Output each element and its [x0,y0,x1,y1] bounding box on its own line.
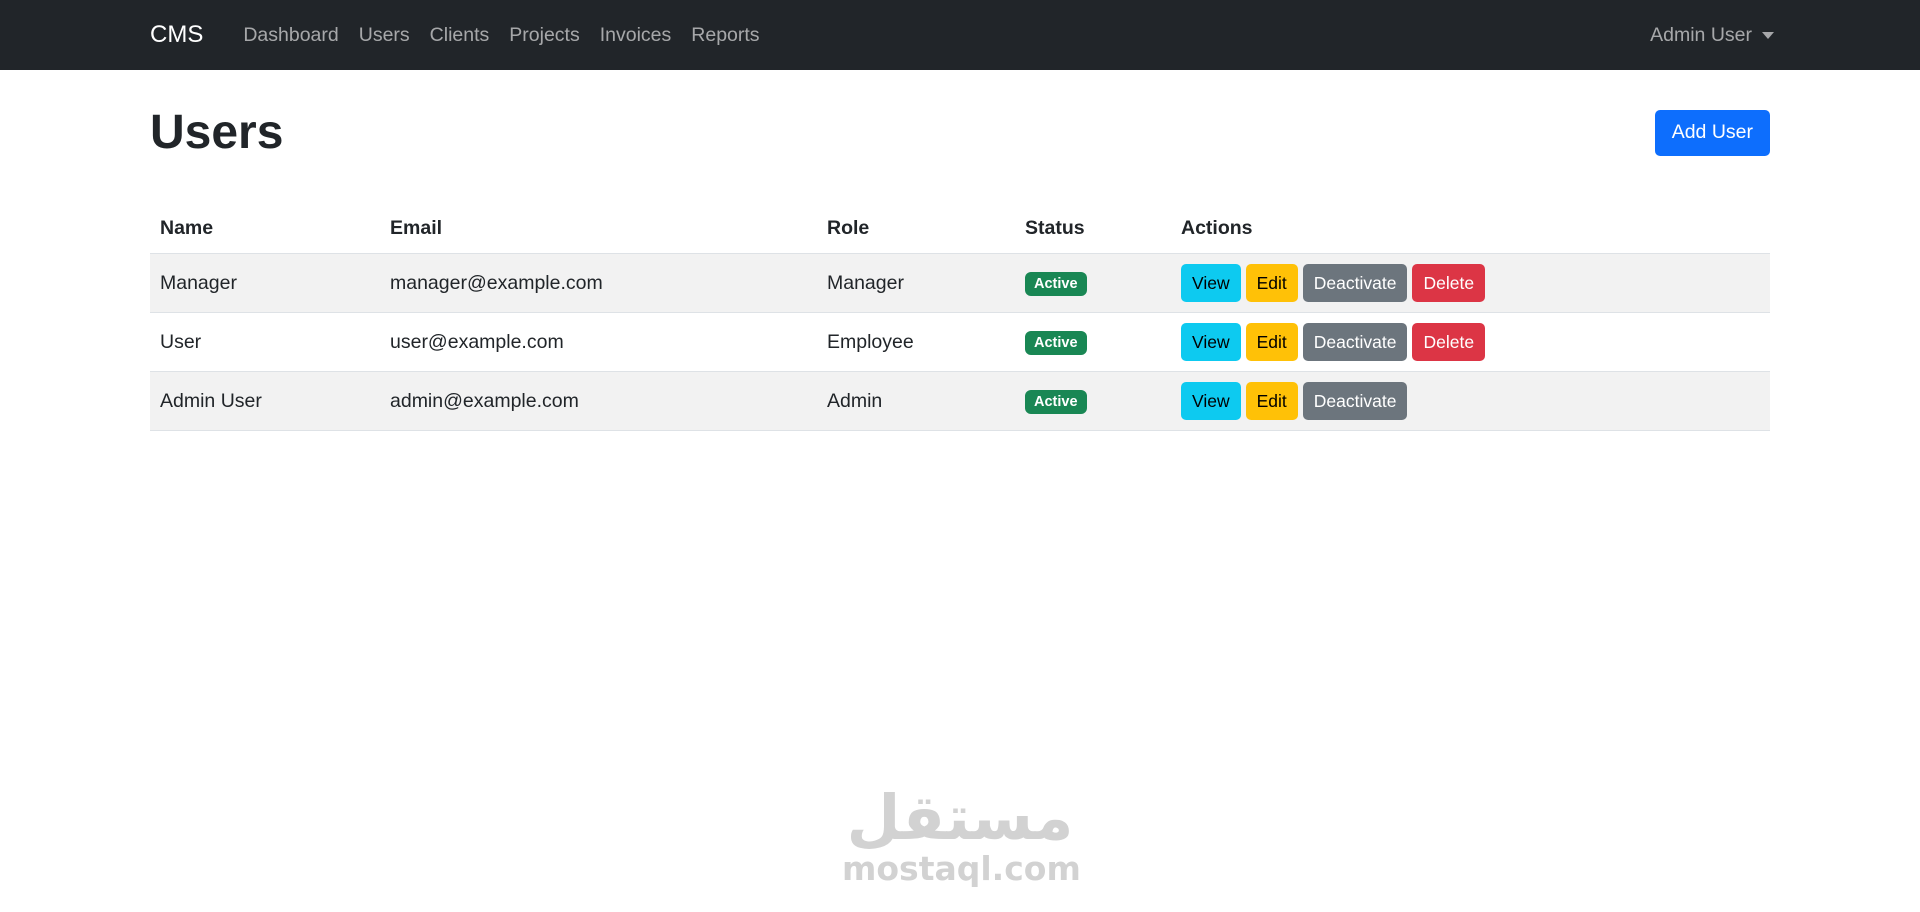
nav-link-invoices[interactable]: Invoices [590,24,682,47]
deactivate-button[interactable]: Deactivate [1302,382,1408,420]
users-table: Name Email Role Status Actions Manager m… [150,204,1770,431]
table-header-row: Name Email Role Status Actions [150,204,1770,254]
table-row: Admin User admin@example.com Admin Activ… [150,371,1770,431]
top-navbar: CMS Dashboard Users Clients Projects Inv… [0,0,1920,70]
user-menu-dropdown[interactable]: Admin User [1650,24,1774,47]
nav-link-clients[interactable]: Clients [420,24,500,47]
user-actions-cell: View Edit Deactivate Delete [1171,253,1770,313]
caret-down-icon [1762,31,1774,39]
page-title: Users [150,106,284,159]
edit-button[interactable]: Edit [1245,323,1298,361]
user-email-cell: user@example.com [380,312,817,372]
user-actions-cell: View Edit Deactivate Delete [1171,312,1770,372]
view-button[interactable]: View [1181,264,1241,302]
nav-link-users[interactable]: Users [349,24,420,47]
column-header-actions: Actions [1171,204,1770,254]
main-content: Users Add User Name Email Role Status Ac… [150,70,1770,431]
column-header-name: Name [150,204,380,254]
brand-logo[interactable]: CMS [150,21,203,49]
watermark: مستقل mostaql.com [842,781,1081,888]
user-role-cell: Employee [817,312,1015,372]
user-actions-cell: View Edit Deactivate [1171,371,1770,431]
user-status-cell: Active [1015,312,1171,372]
status-badge: Active [1025,389,1087,414]
column-header-role: Role [817,204,1015,254]
view-button[interactable]: View [1181,323,1241,361]
table-row: User user@example.com Employee Active Vi… [150,312,1770,372]
add-user-button[interactable]: Add User [1654,109,1770,156]
table-row: Manager manager@example.com Manager Acti… [150,253,1770,313]
delete-button[interactable]: Delete [1412,323,1486,361]
column-header-email: Email [380,204,817,254]
watermark-logo: مستقل [846,781,1074,854]
watermark-domain: mostaql.com [842,849,1081,888]
status-badge: Active [1025,271,1087,296]
nav-link-projects[interactable]: Projects [499,24,589,47]
user-status-cell: Active [1015,253,1171,313]
status-badge: Active [1025,330,1087,355]
nav-links: Dashboard Users Clients Projects Invoice… [233,24,769,47]
view-button[interactable]: View [1181,382,1241,420]
delete-button[interactable]: Delete [1412,264,1486,302]
deactivate-button[interactable]: Deactivate [1302,264,1408,302]
user-role-cell: Admin [817,371,1015,431]
user-email-cell: admin@example.com [380,371,817,431]
nav-link-reports[interactable]: Reports [681,24,769,47]
column-header-status: Status [1015,204,1171,254]
nav-link-dashboard[interactable]: Dashboard [233,24,348,47]
page-header: Users Add User [150,70,1770,195]
deactivate-button[interactable]: Deactivate [1302,323,1408,361]
user-name-cell: Admin User [150,371,380,431]
user-name-cell: Manager [150,253,380,313]
user-name-cell: User [150,312,380,372]
user-status-cell: Active [1015,371,1171,431]
edit-button[interactable]: Edit [1245,264,1298,302]
user-role-cell: Manager [817,253,1015,313]
user-email-cell: manager@example.com [380,253,817,313]
edit-button[interactable]: Edit [1245,382,1298,420]
user-menu-label: Admin User [1650,23,1752,46]
